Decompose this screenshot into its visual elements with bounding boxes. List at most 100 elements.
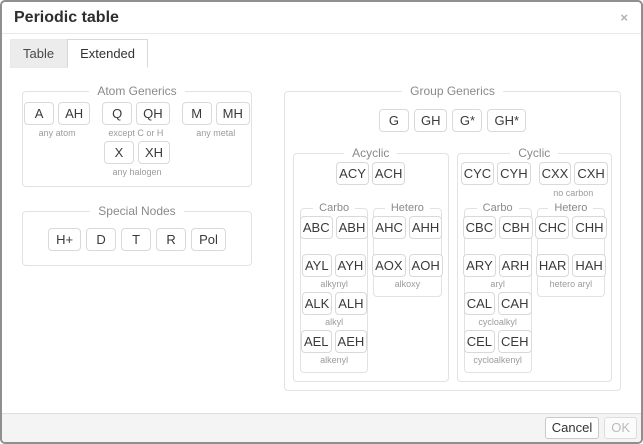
right-column: Group Generics G GH G* GH* Acyclic ACY bbox=[284, 84, 621, 391]
tab-extended[interactable]: Extended bbox=[67, 39, 148, 68]
t-button[interactable]: T bbox=[121, 228, 151, 251]
cxh-button[interactable]: CXH bbox=[574, 162, 607, 185]
group-generics-top-row: G GH G* GH* bbox=[293, 109, 612, 132]
cbc-button[interactable]: CBC bbox=[463, 216, 496, 239]
hah-button[interactable]: HAH bbox=[572, 254, 605, 277]
alkoxy-caption: alkoxy bbox=[395, 279, 421, 290]
m-button[interactable]: M bbox=[182, 102, 212, 125]
x-button[interactable]: X bbox=[104, 141, 134, 164]
gh-button[interactable]: GH bbox=[414, 109, 448, 132]
cycloalkenyl-group: CEL CEH cycloalkenyl bbox=[464, 330, 532, 366]
acyclic-carbo-group-1: ABC ABH bbox=[300, 216, 368, 252]
except-c-or-h-group: Q QH except C or H bbox=[102, 102, 170, 139]
abh-button[interactable]: ABH bbox=[336, 216, 369, 239]
group-generics-columns: Acyclic ACY ACH bbox=[293, 146, 612, 382]
close-icon[interactable]: × bbox=[620, 11, 628, 24]
cyh-button[interactable]: CYH bbox=[497, 162, 530, 185]
periodic-table-dialog: Periodic table × Table Extended Atom Gen… bbox=[0, 0, 643, 444]
cycloalkyl-group: CAL CAH cycloalkyl bbox=[464, 292, 532, 328]
dialog-footer: Cancel OK bbox=[2, 413, 641, 442]
chh-button[interactable]: CHH bbox=[572, 216, 606, 239]
har-button[interactable]: HAR bbox=[536, 254, 569, 277]
cyclic-top-group-1: CYC CYH bbox=[461, 162, 531, 199]
xh-button[interactable]: XH bbox=[138, 141, 170, 164]
chc-button[interactable]: CHC bbox=[535, 216, 569, 239]
aox-button[interactable]: AOX bbox=[372, 254, 405, 277]
alkenyl-caption: alkenyl bbox=[320, 355, 348, 366]
left-column: Atom Generics A AH any atom Q QH bbox=[22, 84, 252, 266]
any-atom-caption: any atom bbox=[39, 128, 76, 139]
no-carbon-group: CXX CXH no carbon bbox=[539, 162, 608, 199]
dialog-title: Periodic table bbox=[14, 9, 119, 26]
cancel-button[interactable]: Cancel bbox=[545, 417, 599, 439]
group-generics-section: Group Generics G GH G* GH* Acyclic ACY bbox=[284, 84, 621, 391]
cyc-button[interactable]: CYC bbox=[461, 162, 494, 185]
h-plus-button[interactable]: H+ bbox=[48, 228, 81, 251]
a-button[interactable]: A bbox=[24, 102, 54, 125]
alkynyl-caption: alkynyl bbox=[320, 279, 348, 290]
atom-generics-row-2: X XH any halogen bbox=[31, 141, 243, 178]
group-generics-legend: Group Generics bbox=[402, 84, 503, 98]
atom-generics-section: Atom Generics A AH any atom Q QH bbox=[22, 84, 252, 187]
dialog-header: Periodic table × bbox=[2, 2, 641, 34]
r-button[interactable]: R bbox=[156, 228, 186, 251]
ahc-button[interactable]: AHC bbox=[372, 216, 405, 239]
mh-button[interactable]: MH bbox=[216, 102, 250, 125]
except-c-or-h-caption: except C or H bbox=[108, 128, 163, 139]
cyclic-legend: Cyclic bbox=[510, 146, 558, 160]
ah-button[interactable]: AH bbox=[58, 102, 90, 125]
ael-button[interactable]: AEL bbox=[301, 330, 332, 353]
cyclic-hetero-legend: Hetero bbox=[548, 202, 593, 214]
abc-button[interactable]: ABC bbox=[300, 216, 333, 239]
alkyl-group: ALK ALH alkyl bbox=[302, 292, 367, 328]
any-halogen-caption: any halogen bbox=[112, 167, 161, 178]
qh-button[interactable]: QH bbox=[136, 102, 170, 125]
ayl-button[interactable]: AYL bbox=[302, 254, 332, 277]
acyclic-section: Acyclic ACY ACH bbox=[293, 146, 449, 382]
ayh-button[interactable]: AYH bbox=[335, 254, 367, 277]
aoh-button[interactable]: AOH bbox=[409, 254, 443, 277]
cxx-button[interactable]: CXX bbox=[539, 162, 572, 185]
alh-button[interactable]: ALH bbox=[335, 292, 366, 315]
acyclic-top-group: ACY ACH bbox=[336, 162, 405, 199]
gh-star-button[interactable]: GH* bbox=[487, 109, 526, 132]
aryl-caption: aryl bbox=[490, 279, 505, 290]
ahh-button[interactable]: AHH bbox=[409, 216, 442, 239]
d-button[interactable]: D bbox=[86, 228, 116, 251]
alkynyl-group: AYL AYH alkynyl bbox=[302, 254, 366, 290]
dialog-content: Atom Generics A AH any atom Q QH bbox=[2, 68, 641, 413]
tab-table[interactable]: Table bbox=[10, 39, 67, 68]
arh-button[interactable]: ARH bbox=[499, 254, 532, 277]
cyclic-section: Cyclic CYC CYH CXX bbox=[457, 146, 613, 382]
ary-button[interactable]: ARY bbox=[463, 254, 496, 277]
acyclic-carbo-section: Carbo ABC ABH bbox=[300, 202, 368, 373]
ceh-button[interactable]: CEH bbox=[498, 330, 531, 353]
tab-bar: Table Extended bbox=[2, 34, 641, 68]
no-carbon-caption: no carbon bbox=[553, 188, 593, 199]
acy-button[interactable]: ACY bbox=[336, 162, 369, 185]
any-halogen-group: X XH any halogen bbox=[104, 141, 170, 178]
acyclic-hetero-group-1: AHC AHH bbox=[372, 216, 442, 252]
pol-button[interactable]: Pol bbox=[191, 228, 226, 251]
ok-button[interactable]: OK bbox=[604, 417, 637, 439]
alkyl-caption: alkyl bbox=[325, 317, 343, 328]
aeh-button[interactable]: AEH bbox=[335, 330, 368, 353]
alk-button[interactable]: ALK bbox=[302, 292, 333, 315]
cyclic-carbo-group-1: CBC CBH bbox=[463, 216, 533, 252]
q-button[interactable]: Q bbox=[102, 102, 132, 125]
g-button[interactable]: G bbox=[379, 109, 409, 132]
cyclic-top-row: CYC CYH CXX CXH no carbon bbox=[464, 162, 606, 199]
cyclic-carbo-legend: Carbo bbox=[477, 202, 519, 214]
cah-button[interactable]: CAH bbox=[498, 292, 531, 315]
special-nodes-legend: Special Nodes bbox=[90, 204, 183, 218]
any-atom-group: A AH any atom bbox=[24, 102, 90, 139]
cbh-button[interactable]: CBH bbox=[499, 216, 532, 239]
hetero-aryl-group: HAR HAH hetero aryl bbox=[536, 254, 606, 290]
cycloalkyl-caption: cycloalkyl bbox=[478, 317, 517, 328]
special-nodes-row: H+ D T R Pol bbox=[31, 222, 243, 257]
ach-button[interactable]: ACH bbox=[372, 162, 405, 185]
g-star-button[interactable]: G* bbox=[452, 109, 482, 132]
cal-button[interactable]: CAL bbox=[464, 292, 495, 315]
cel-button[interactable]: CEL bbox=[464, 330, 495, 353]
atom-generics-row-1: A AH any atom Q QH except C or H bbox=[31, 102, 243, 139]
